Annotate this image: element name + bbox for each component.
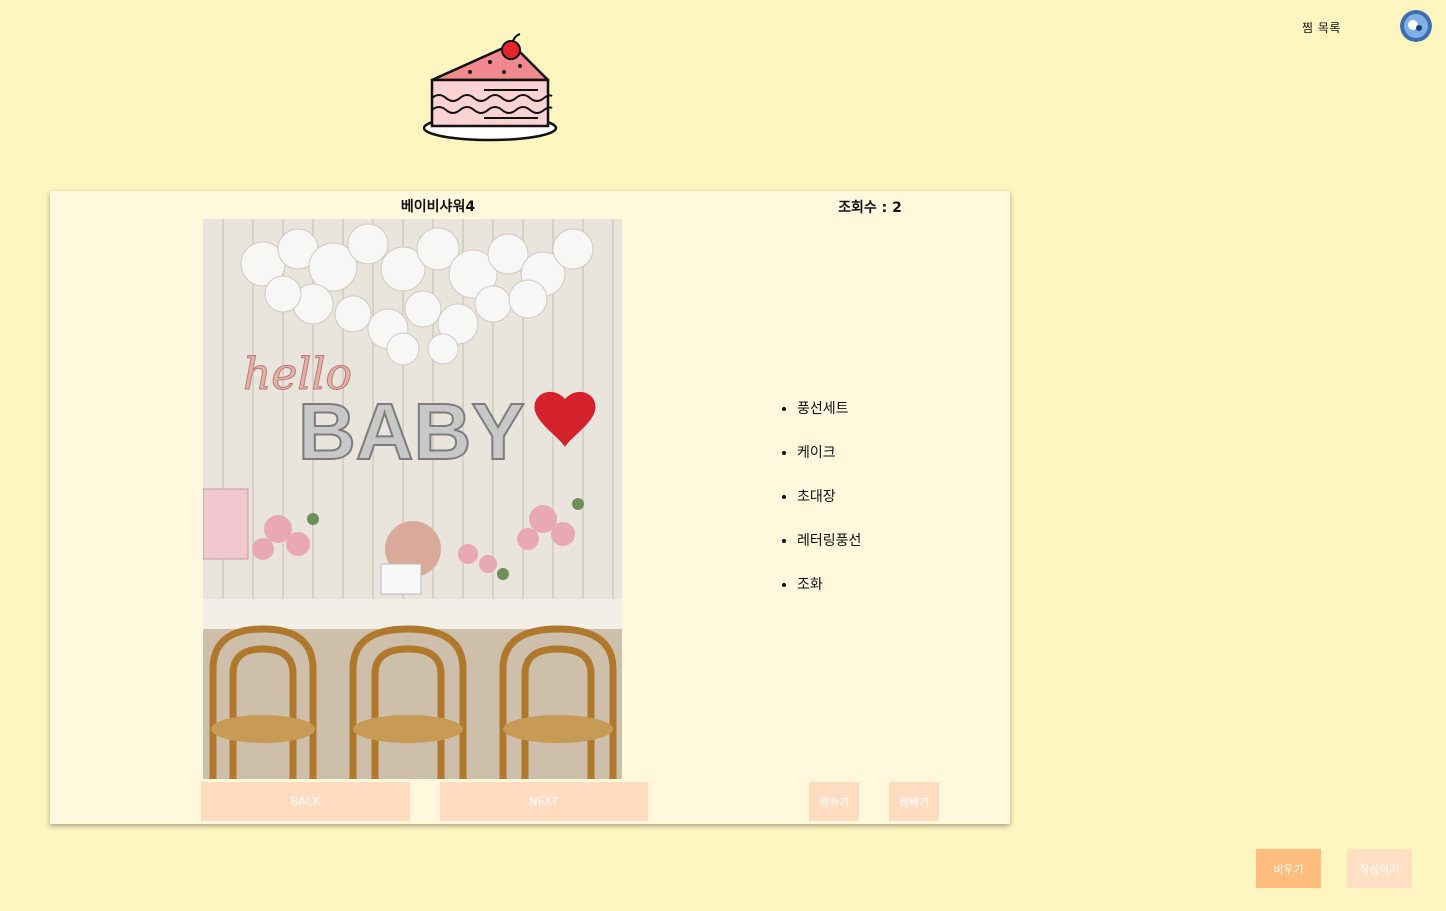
list-item: 조화	[797, 563, 861, 607]
post-title: 베이비샤워4	[400, 199, 476, 215]
write-button[interactable]: 작성하기	[1347, 849, 1412, 888]
avatar[interactable]	[1400, 10, 1432, 42]
list-item: 레터링풍선	[797, 519, 861, 563]
avatar-icon	[1400, 10, 1432, 42]
wishlist-link[interactable]: 찜 목록	[1302, 19, 1341, 36]
list-item: 케이크	[797, 431, 861, 475]
unwish-button[interactable]: 찜빼기	[889, 782, 939, 821]
back-button[interactable]: BACK	[201, 782, 410, 821]
post-card: 베이비샤워4 조회수 : 2 hello BABY • 풍선세트 • 케이크 •…	[50, 191, 1010, 824]
post-photo: hello BABY	[203, 219, 622, 779]
cake-logo	[422, 33, 558, 142]
list-item: 초대장	[797, 475, 861, 519]
photo-baby-text: BABY	[298, 387, 525, 476]
baby-shower-photo: hello BABY	[203, 219, 622, 779]
list-item: 풍선세트	[797, 387, 861, 431]
next-button[interactable]: NEXT	[440, 782, 648, 821]
clear-button[interactable]: 비우기	[1256, 849, 1321, 888]
wish-button[interactable]: 찜하기	[809, 782, 859, 821]
item-list: 풍선세트 케이크 초대장 레터링풍선 조화	[775, 387, 861, 607]
view-count: 조회수 : 2	[838, 200, 902, 216]
